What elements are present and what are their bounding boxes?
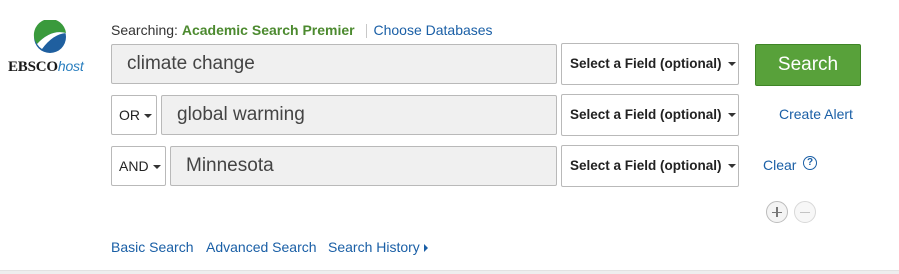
add-row-button[interactable]	[766, 201, 788, 223]
search-history-link[interactable]: Search History	[328, 239, 428, 255]
divider	[366, 24, 368, 39]
search-input-2[interactable]: global warming	[161, 95, 557, 135]
field-select-1[interactable]: Select a Field (optional)	[561, 43, 739, 85]
operator-label: AND	[119, 158, 149, 174]
field-select-label: Select a Field (optional)	[570, 107, 722, 122]
bottom-divider	[0, 270, 899, 274]
caret-down-icon	[152, 165, 161, 170]
ebsco-logo-icon	[33, 20, 66, 53]
caret-down-icon	[144, 114, 152, 119]
search-input-1[interactable]: climate change	[111, 44, 557, 84]
database-name: Academic Search Premier	[181, 22, 355, 38]
operator-label: OR	[119, 107, 140, 123]
caret-down-icon	[727, 62, 736, 67]
field-select-label: Select a Field (optional)	[570, 158, 722, 173]
field-select-3[interactable]: Select a Field (optional)	[561, 145, 739, 187]
search-input-3[interactable]: Minnesota	[170, 146, 557, 186]
logo-text: EBSCOhost	[8, 58, 84, 75]
searching-line: Searching: Academic Search Premier Choos…	[111, 22, 493, 39]
field-select-2[interactable]: Select a Field (optional)	[561, 94, 739, 136]
boolean-operator-select-3[interactable]: AND	[111, 146, 166, 186]
help-icon[interactable]: ?	[803, 156, 817, 170]
field-select-label: Select a Field (optional)	[570, 56, 722, 71]
basic-search-link[interactable]: Basic Search	[111, 239, 193, 255]
minus-icon	[800, 211, 810, 214]
boolean-operator-select-2[interactable]: OR	[111, 95, 157, 135]
search-history-label: Search History	[328, 239, 420, 255]
caret-down-icon	[727, 164, 736, 169]
create-alert-link[interactable]: Create Alert	[779, 106, 853, 122]
clear-link[interactable]: Clear	[763, 157, 796, 173]
remove-row-button[interactable]	[794, 201, 816, 223]
caret-down-icon	[727, 113, 736, 118]
triangle-right-icon	[423, 244, 428, 253]
plus-icon-vertical	[776, 207, 778, 217]
search-button[interactable]: Search	[755, 44, 861, 86]
choose-databases-link[interactable]: Choose Databases	[373, 22, 492, 38]
searching-prefix: Searching:	[111, 22, 178, 38]
advanced-search-link[interactable]: Advanced Search	[206, 239, 317, 255]
ebsco-logo: EBSCOhost	[8, 20, 94, 80]
